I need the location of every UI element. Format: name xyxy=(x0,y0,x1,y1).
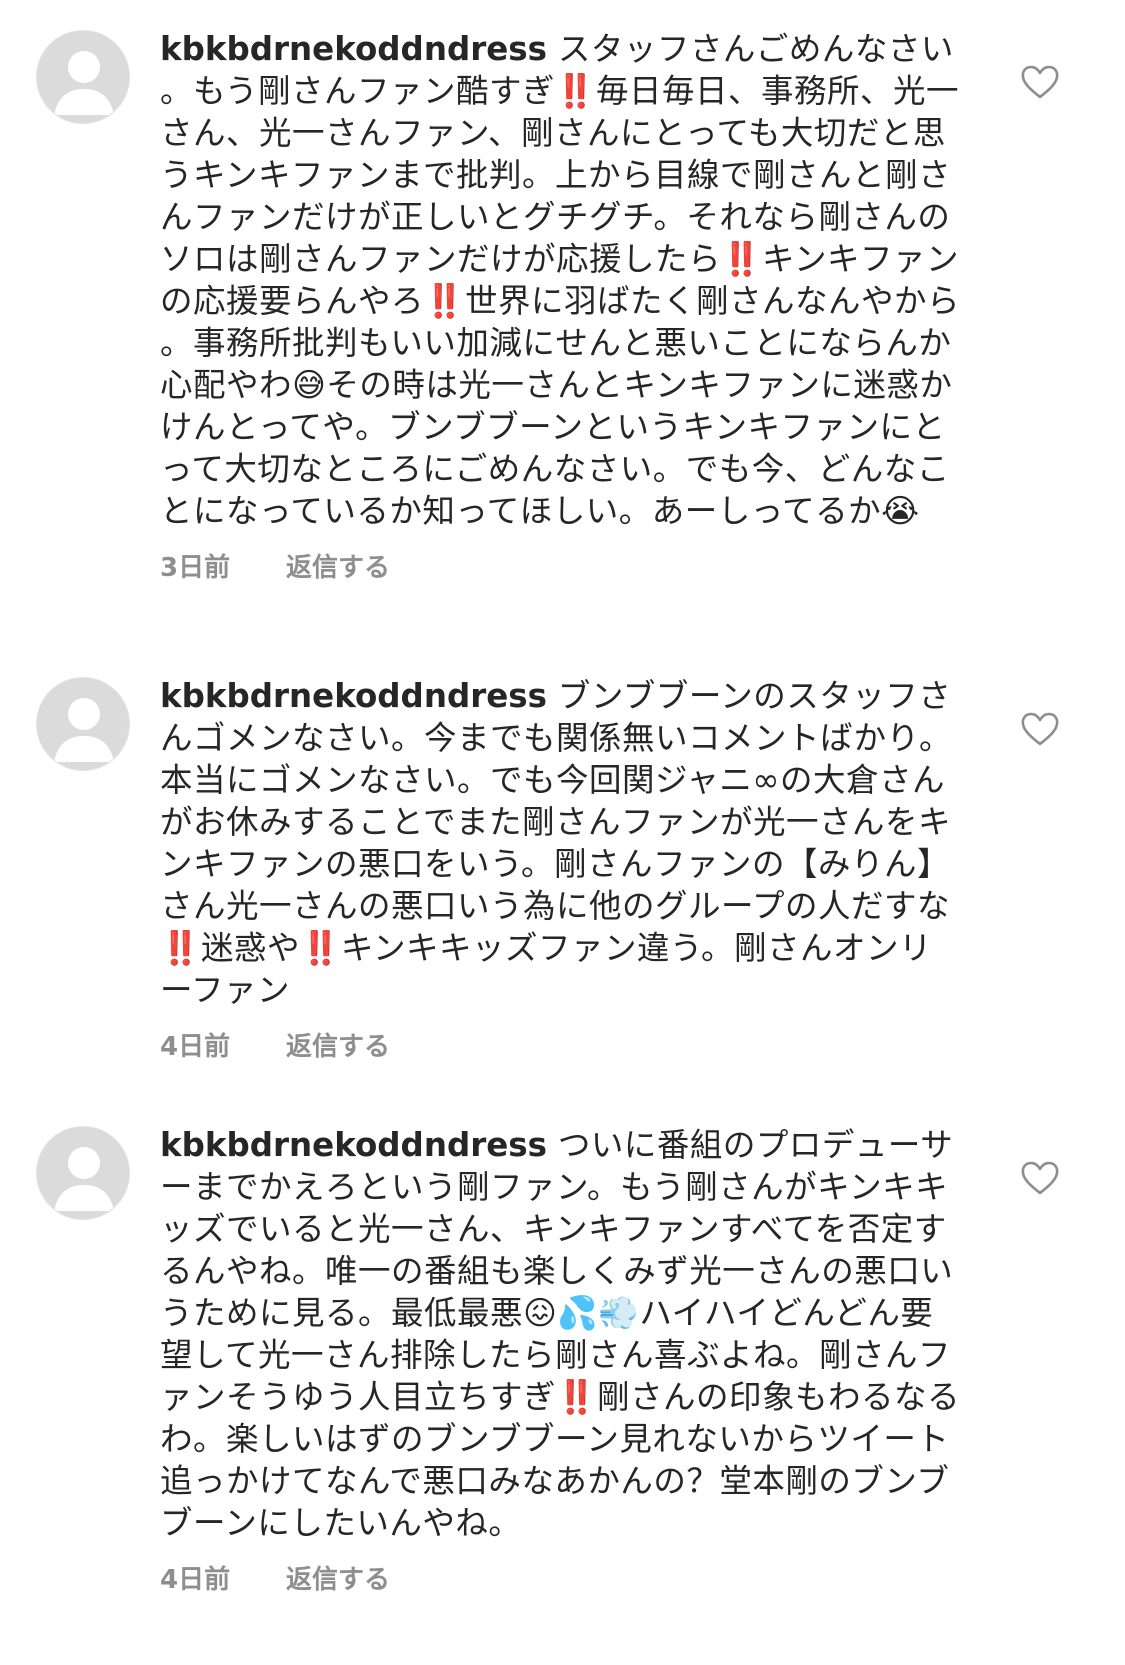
comment-timestamp: 4日前 xyxy=(160,1565,231,1595)
default-avatar-icon xyxy=(54,698,114,762)
like-button[interactable] xyxy=(1020,711,1060,747)
avatar[interactable] xyxy=(36,1126,130,1220)
comment-text-block: kbkbdrnekoddndress ブンブブーンのスタッフさんゴメンなさい。今… xyxy=(160,675,960,1011)
default-avatar-icon xyxy=(54,1147,114,1211)
comment-text: ついに番組のプロデューサーまでかえろという剛ファン。もう剛さんがキンキキッズでい… xyxy=(160,1126,960,1542)
avatar[interactable] xyxy=(36,677,130,771)
comment-username[interactable]: kbkbdrnekoddndress xyxy=(160,30,547,68)
heart-outline-icon xyxy=(1021,65,1059,99)
comment-username[interactable]: kbkbdrnekoddndress xyxy=(160,677,547,715)
like-button[interactable] xyxy=(1020,1160,1060,1196)
comment-meta: 4日前 返信する xyxy=(160,1025,960,1069)
comment-text-block: kbkbdrnekoddndress スタッフさんごめんなさい。もう剛さんファン… xyxy=(160,28,960,532)
comment-meta: 4日前 返信する xyxy=(160,1558,960,1602)
comment-body: kbkbdrnekoddndress ついに番組のプロデューサーまでかえろという… xyxy=(160,1124,960,1602)
heart-outline-icon xyxy=(1021,712,1059,746)
default-avatar-icon xyxy=(54,51,114,115)
comment-body: kbkbdrnekoddndress ブンブブーンのスタッフさんゴメンなさい。今… xyxy=(160,675,960,1069)
comment-text: ブンブブーンのスタッフさんゴメンなさい。今までも関係無いコメントばかり。本当にゴ… xyxy=(160,677,953,1009)
heart-outline-icon xyxy=(1021,1161,1059,1195)
comment-body: kbkbdrnekoddndress スタッフさんごめんなさい。もう剛さんファン… xyxy=(160,28,960,590)
avatar[interactable] xyxy=(36,30,130,124)
comment-text-block: kbkbdrnekoddndress ついに番組のプロデューサーまでかえろという… xyxy=(160,1124,960,1544)
comment-username[interactable]: kbkbdrnekoddndress xyxy=(160,1126,547,1164)
comment-timestamp: 3日前 xyxy=(160,553,231,583)
reply-button[interactable]: 返信する xyxy=(286,546,390,590)
like-button[interactable] xyxy=(1020,64,1060,100)
reply-button[interactable]: 返信する xyxy=(286,1025,390,1069)
comment-meta: 3日前 返信する xyxy=(160,546,960,590)
comment-timestamp: 4日前 xyxy=(160,1032,231,1062)
reply-button[interactable]: 返信する xyxy=(286,1558,390,1602)
comment-text: スタッフさんごめんなさい。もう剛さんファン酷すぎ‼️毎日毎日、事務所、光一さん、… xyxy=(160,30,960,530)
